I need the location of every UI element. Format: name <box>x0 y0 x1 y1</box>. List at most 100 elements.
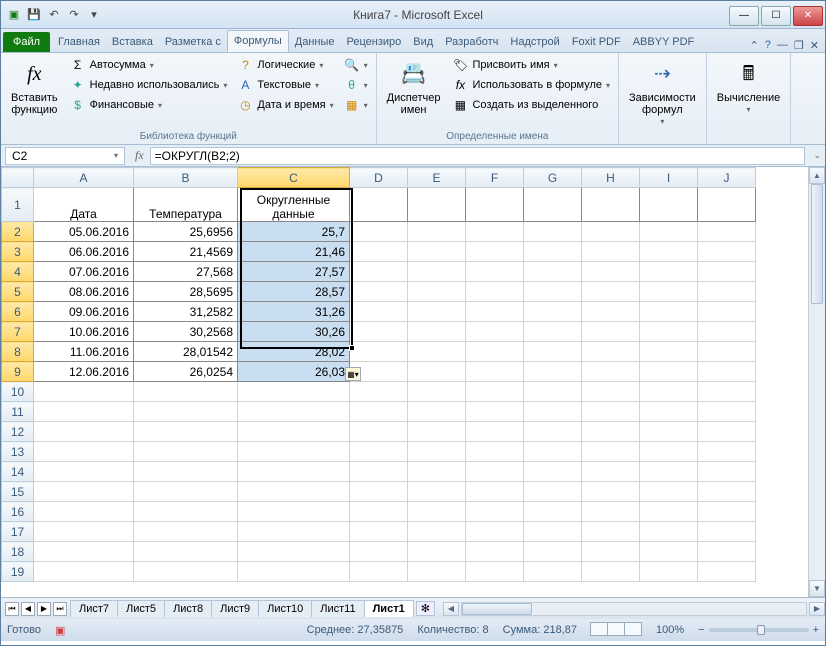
cell-D2[interactable] <box>350 222 408 242</box>
sheet-tab-Лист5[interactable]: Лист5 <box>117 600 165 617</box>
cell-B1[interactable]: Температура <box>134 188 238 222</box>
tab-formulas[interactable]: Формулы <box>227 30 289 52</box>
tab-foxit[interactable]: Foxit PDF <box>566 32 627 52</box>
sheet-tab-Лист9[interactable]: Лист9 <box>211 600 259 617</box>
cell-D1[interactable] <box>350 188 408 222</box>
col-header-A[interactable]: A <box>34 168 134 188</box>
cell-C19[interactable] <box>238 562 350 582</box>
cell-E13[interactable] <box>408 442 466 462</box>
sheet-tab-Лист11[interactable]: Лист11 <box>311 600 364 617</box>
cell-C11[interactable] <box>238 402 350 422</box>
cell-F15[interactable] <box>466 482 524 502</box>
zoom-level[interactable]: 100% <box>656 624 684 636</box>
cell-I7[interactable] <box>640 322 698 342</box>
cell-J2[interactable] <box>698 222 756 242</box>
sheet-tab-Лист10[interactable]: Лист10 <box>258 600 312 617</box>
cell-B3[interactable]: 21,4569 <box>134 242 238 262</box>
tab-insert[interactable]: Вставка <box>106 32 159 52</box>
scroll-up-icon[interactable]: ▲ <box>809 167 825 184</box>
cell-B2[interactable]: 25,6956 <box>134 222 238 242</box>
cell-B19[interactable] <box>134 562 238 582</box>
row-header-12[interactable]: 12 <box>2 422 34 442</box>
recent-button[interactable]: ✦Недавно использовались <box>68 76 230 94</box>
cell-B17[interactable] <box>134 522 238 542</box>
cell-B7[interactable]: 30,2568 <box>134 322 238 342</box>
cell-H12[interactable] <box>582 422 640 442</box>
cell-C15[interactable] <box>238 482 350 502</box>
workbook-restore-icon[interactable]: ❐ <box>794 39 804 52</box>
cell-I11[interactable] <box>640 402 698 422</box>
cell-D13[interactable] <box>350 442 408 462</box>
row-header-19[interactable]: 19 <box>2 562 34 582</box>
text-button[interactable]: AТекстовые <box>235 76 335 94</box>
cell-G9[interactable] <box>524 362 582 382</box>
cell-I3[interactable] <box>640 242 698 262</box>
cell-A3[interactable]: 06.06.2016 <box>34 242 134 262</box>
worksheet-area[interactable]: ABCDEFGHIJ1ДатаТемператураОкругленные да… <box>1 167 825 597</box>
cell-I1[interactable] <box>640 188 698 222</box>
cell-B14[interactable] <box>134 462 238 482</box>
cell-H2[interactable] <box>582 222 640 242</box>
cell-H9[interactable] <box>582 362 640 382</box>
cell-E19[interactable] <box>408 562 466 582</box>
row-header-4[interactable]: 4 <box>2 262 34 282</box>
cell-E8[interactable] <box>408 342 466 362</box>
cell-H18[interactable] <box>582 542 640 562</box>
cell-D10[interactable] <box>350 382 408 402</box>
vertical-scrollbar[interactable]: ▲ ▼ <box>808 167 825 597</box>
cell-B10[interactable] <box>134 382 238 402</box>
row-header-1[interactable]: 1 <box>2 188 34 222</box>
cell-B12[interactable] <box>134 422 238 442</box>
formula-auditing-button[interactable]: ⇢ Зависимости формул <box>625 56 700 129</box>
cell-I14[interactable] <box>640 462 698 482</box>
cell-E7[interactable] <box>408 322 466 342</box>
cell-J3[interactable] <box>698 242 756 262</box>
cell-J16[interactable] <box>698 502 756 522</box>
cell-H3[interactable] <box>582 242 640 262</box>
row-header-8[interactable]: 8 <box>2 342 34 362</box>
cell-B16[interactable] <box>134 502 238 522</box>
cell-D19[interactable] <box>350 562 408 582</box>
row-header-3[interactable]: 3 <box>2 242 34 262</box>
cell-G13[interactable] <box>524 442 582 462</box>
sheet-nav-next-icon[interactable]: ▶ <box>37 602 51 616</box>
cell-E1[interactable] <box>408 188 466 222</box>
cell-E11[interactable] <box>408 402 466 422</box>
cell-B9[interactable]: 26,0254 <box>134 362 238 382</box>
cell-J1[interactable] <box>698 188 756 222</box>
financial-button[interactable]: $Финансовые <box>68 96 230 114</box>
cell-E6[interactable] <box>408 302 466 322</box>
cell-D15[interactable] <box>350 482 408 502</box>
cell-D6[interactable] <box>350 302 408 322</box>
cell-G2[interactable] <box>524 222 582 242</box>
cell-F3[interactable] <box>466 242 524 262</box>
cell-F1[interactable] <box>466 188 524 222</box>
cell-J6[interactable] <box>698 302 756 322</box>
cell-F2[interactable] <box>466 222 524 242</box>
cell-A17[interactable] <box>34 522 134 542</box>
scroll-down-icon[interactable]: ▼ <box>809 580 825 597</box>
calculation-button[interactable]: 🖩 Вычисление <box>713 56 785 117</box>
row-header-17[interactable]: 17 <box>2 522 34 542</box>
cell-G15[interactable] <box>524 482 582 502</box>
cell-F7[interactable] <box>466 322 524 342</box>
cell-C2[interactable]: 25,7 <box>238 222 350 242</box>
cell-B13[interactable] <box>134 442 238 462</box>
namebox-dropdown-icon[interactable]: ▾ <box>114 151 118 160</box>
cell-A16[interactable] <box>34 502 134 522</box>
cell-A14[interactable] <box>34 462 134 482</box>
row-header-2[interactable]: 2 <box>2 222 34 242</box>
cell-I8[interactable] <box>640 342 698 362</box>
tab-review[interactable]: Рецензиро <box>341 32 408 52</box>
horizontal-scrollbar[interactable]: ◀ ▶ <box>443 602 825 616</box>
cell-A11[interactable] <box>34 402 134 422</box>
fill-handle[interactable] <box>349 345 355 351</box>
cell-H17[interactable] <box>582 522 640 542</box>
cell-G8[interactable] <box>524 342 582 362</box>
cell-A6[interactable]: 09.06.2016 <box>34 302 134 322</box>
cell-H5[interactable] <box>582 282 640 302</box>
name-manager-button[interactable]: 📇 Диспетчер имен <box>383 56 445 118</box>
row-header-11[interactable]: 11 <box>2 402 34 422</box>
cell-G10[interactable] <box>524 382 582 402</box>
row-header-9[interactable]: 9 <box>2 362 34 382</box>
